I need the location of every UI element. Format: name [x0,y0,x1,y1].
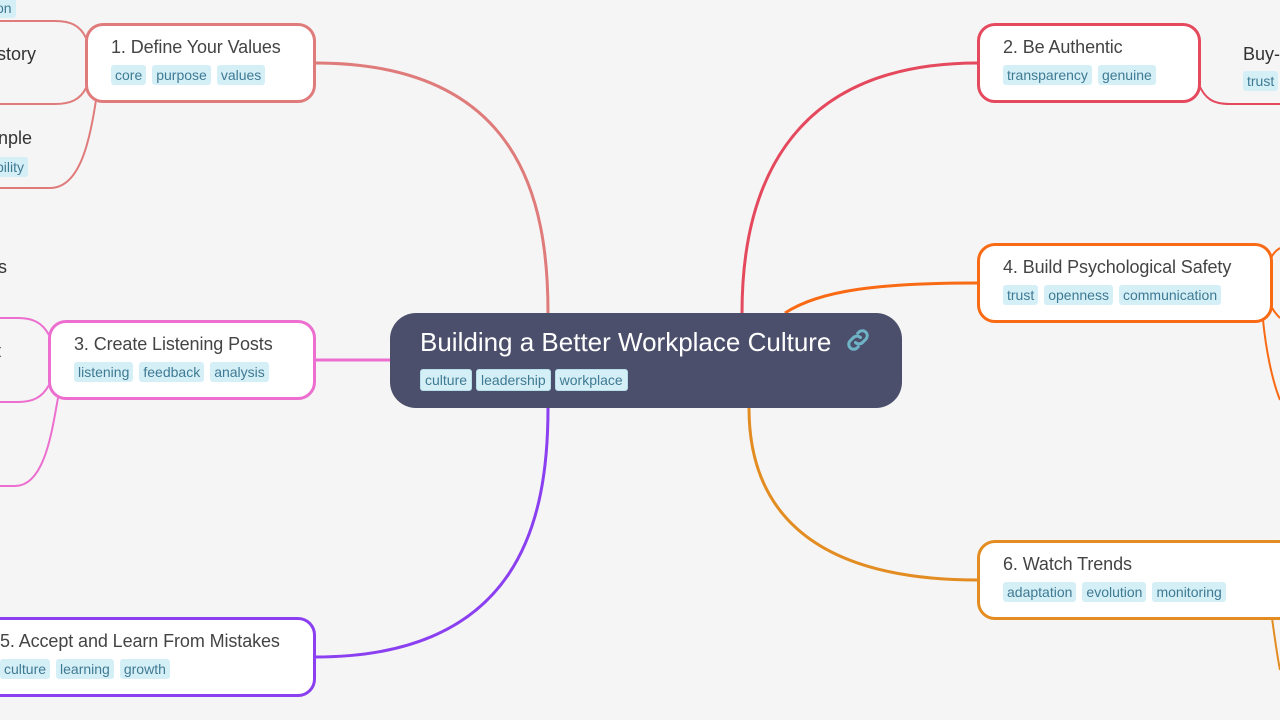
connector-b4-low [1262,319,1280,401]
connector-b1-story-top [0,20,87,39]
tag[interactable]: communication [1118,285,1222,305]
node-title: 5. Accept and Learn From Mistakes [0,631,280,651]
tag[interactable]: analysis [210,362,269,382]
connector-b1 [314,61,550,314]
connector-b1-story [0,87,87,105]
node-title: 3. Create Listening Posts [74,334,273,354]
tag-list: transparency genuine [1003,65,1198,85]
node-title: nple [0,128,33,148]
node-title: Buy- [1243,44,1280,64]
tag[interactable]: on [0,0,16,18]
connector-b4 [784,281,979,315]
tag[interactable]: purpose [152,65,211,85]
tag[interactable]: workplace [554,369,628,392]
branch-node-psychological-safety[interactable]: 4. Build Psychological Safety trust open… [977,243,1273,323]
node-title: s [0,257,7,277]
tag[interactable]: genuine [1097,65,1156,85]
node-title: 1. Define Your Values [111,37,281,57]
tag-list: adaptation evolution monitoring [1003,582,1280,602]
branch-node-be-authentic[interactable]: 2. Be Authentic transparency genuine [977,23,1201,103]
connector-b3-t-bottom [0,384,50,403]
tag[interactable]: monitoring [1152,582,1226,602]
node-title: 6. Watch Trends [1003,554,1132,574]
connector-b3-t-top [0,317,50,336]
link-icon[interactable] [843,325,873,363]
tag[interactable]: transparency [1003,65,1092,85]
tag-list: core purpose values [111,65,313,85]
connector-b6 [747,407,979,582]
tag[interactable]: core [111,65,147,85]
node-title: story [0,44,37,64]
partial-child-story[interactable]: story [0,42,36,66]
tag[interactable]: adaptation [1003,582,1077,602]
tag[interactable]: growth [119,659,170,679]
node-title: 2. Be Authentic [1003,37,1123,57]
connector-b2 [740,61,979,314]
tag[interactable]: trust [1243,71,1279,91]
branch-node-define-values[interactable]: 1. Define Your Values core purpose value… [85,23,316,103]
tag[interactable]: bility [0,157,29,177]
tag[interactable]: learning [56,659,114,679]
tag[interactable]: trust [1003,285,1039,305]
partial-child-buy-in[interactable]: Buy- trust [1243,42,1280,91]
root-title: Building a Better Workplace Culture [420,325,902,363]
tag[interactable]: listening [74,362,134,382]
tag-list: culture learning growth [0,659,313,679]
root-node[interactable]: Building a Better Workplace Culture cult… [390,313,902,408]
connector-b5 [314,407,550,659]
branch-node-learn-from-mistakes[interactable]: 5. Accept and Learn From Mistakes cultur… [0,617,316,697]
tag[interactable]: culture [0,659,51,679]
connector-b3-lower [0,397,59,487]
tag[interactable]: leadership [476,369,551,392]
root-title-text: Building a Better Workplace Culture [420,327,832,357]
tag-list: trust openness communication [1003,285,1270,305]
root-tag-list: culture leadership workplace [420,369,902,392]
tag[interactable]: culture [420,369,473,392]
tag[interactable]: evolution [1082,582,1147,602]
partial-child-s[interactable]: s [0,255,7,279]
node-title: t [0,339,1,363]
tag[interactable]: values [216,65,266,85]
mind-map-canvas[interactable]: on story nple bility s t Buy- trust 1. D… [0,0,1280,720]
partial-child-top[interactable]: on [0,0,16,18]
partial-child-t[interactable]: t [0,339,1,363]
tag[interactable]: openness [1044,285,1113,305]
tag[interactable]: feedback [139,362,205,382]
partial-child-example[interactable]: nple bility [0,126,32,177]
tag-list: listening feedback analysis [74,362,313,382]
connector-b6-low [1271,617,1280,671]
branch-node-listening-posts[interactable]: 3. Create Listening Posts listening feed… [48,320,316,400]
node-title: 4. Build Psychological Safety [1003,257,1232,277]
branch-node-watch-trends[interactable]: 6. Watch Trends adaptation evolution mon… [977,540,1280,620]
